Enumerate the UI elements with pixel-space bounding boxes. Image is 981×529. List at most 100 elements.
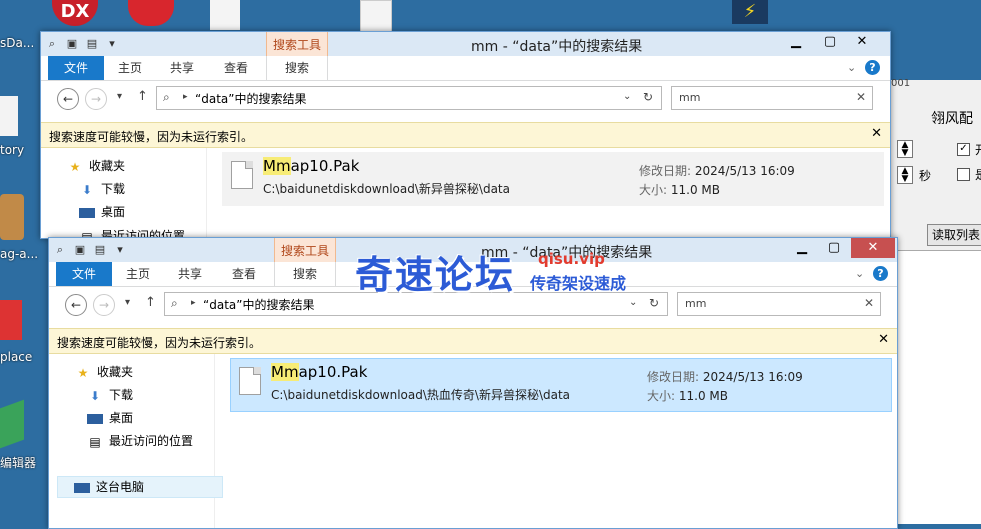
desktop-label[interactable]: tory xyxy=(0,143,24,157)
close-icon[interactable]: ✕ xyxy=(856,90,866,104)
address-bar[interactable]: ⌕ ▸ “data”中的搜索结果 ⌄ ↻ xyxy=(156,86,662,110)
document-icon[interactable] xyxy=(360,0,392,32)
list-area xyxy=(891,250,981,524)
refresh-icon[interactable]: ↻ xyxy=(649,296,659,310)
properties-icon[interactable]: ▣ xyxy=(65,37,79,51)
nav-this-pc[interactable]: 这台电脑 xyxy=(57,476,223,498)
navigation-pane: ★ 收藏夹 ⬇ 下载 桌面 ▤ 最近访问的位置 xyxy=(41,148,207,238)
watermark-sub: 传奇架设速成 xyxy=(530,274,627,293)
up-button[interactable]: ↑ xyxy=(145,295,156,310)
shortcut-icon[interactable] xyxy=(0,300,22,340)
chevron-down-icon[interactable]: ▾ xyxy=(105,37,119,51)
chevron-right-icon: ▸ xyxy=(183,92,188,102)
search-icon: ⌕ xyxy=(171,296,178,310)
quick-access-toolbar: ⌕ ▣ ▤ ▾ xyxy=(53,242,127,258)
app-icon-lightning[interactable]: ⚡ xyxy=(732,0,768,24)
magnifier-icon[interactable]: ⌕ xyxy=(45,37,59,51)
chevron-down-icon[interactable]: ⌄ xyxy=(629,297,637,308)
properties-icon[interactable]: ▣ xyxy=(73,243,87,257)
tab-search[interactable]: 搜索 xyxy=(266,56,328,80)
chevron-down-icon[interactable]: ▾ xyxy=(113,243,127,257)
desktop-label[interactable]: ag-a... xyxy=(0,247,38,261)
info-bar[interactable]: 搜索速度可能较慢，因为未运行索引。 ✕ xyxy=(41,122,890,148)
magnifier-icon[interactable]: ⌕ xyxy=(53,243,67,257)
file-modified: 修改日期: 2024/5/13 16:09 xyxy=(647,370,803,384)
close-icon[interactable]: ✕ xyxy=(878,332,889,347)
folder-icon[interactable]: ▤ xyxy=(85,37,99,51)
minimize-button[interactable]: ▁ xyxy=(779,32,813,52)
close-icon[interactable]: ✕ xyxy=(871,126,882,141)
address-text: “data”中的搜索结果 xyxy=(203,298,315,312)
search-input[interactable]: mm ✕ xyxy=(671,86,873,110)
spinner[interactable]: ▲ ▼ xyxy=(897,140,913,158)
back-button[interactable]: ← xyxy=(65,294,87,316)
context-tab-search-tools[interactable]: 搜索工具 xyxy=(266,32,328,56)
nav-desktop[interactable]: 桌面 xyxy=(87,408,133,428)
context-tab-search-tools[interactable]: 搜索工具 xyxy=(274,238,336,262)
read-list-button[interactable]: 读取列表 xyxy=(927,224,981,246)
app-icon-dx[interactable]: DX xyxy=(52,0,98,26)
folder-icon[interactable]: ▤ xyxy=(93,243,107,257)
result-row[interactable]: Mmap10.Pak C:\baidunetdiskdownload\新异兽探秘… xyxy=(222,152,884,206)
nav-recent[interactable]: ▤ 最近访问的位置 xyxy=(79,224,185,238)
explorer-window-back[interactable]: ⌕ ▣ ▤ ▾ 搜索工具 mm - “data”中的搜索结果 ▁ ▢ ✕ 文件 … xyxy=(40,31,891,239)
tab-view[interactable]: 查看 xyxy=(221,262,267,286)
forward-button[interactable]: → xyxy=(93,294,115,316)
nav-favorites[interactable]: ★ 收藏夹 xyxy=(75,362,133,382)
tab-home[interactable]: 主页 xyxy=(115,262,161,286)
up-button[interactable]: ↑ xyxy=(137,89,148,104)
refresh-icon[interactable]: ↻ xyxy=(643,90,653,104)
recent-locations-icon[interactable]: ▾ xyxy=(117,91,122,102)
tab-share[interactable]: 共享 xyxy=(159,56,205,80)
file-size: 大小: 11.0 MB xyxy=(647,389,728,403)
nav-desktop[interactable]: 桌面 xyxy=(79,202,125,222)
watermark-main: 奇速论坛 xyxy=(355,253,516,297)
download-folder-icon: ⬇ xyxy=(89,388,101,403)
close-button[interactable]: ✕ xyxy=(845,32,879,52)
chevron-down-icon[interactable]: ⌄ xyxy=(847,61,856,74)
maximize-button[interactable]: ▢ xyxy=(817,238,851,258)
chevron-down-icon[interactable]: ⌄ xyxy=(855,267,864,280)
help-icon[interactable]: ? xyxy=(873,266,888,281)
document-icon[interactable] xyxy=(210,0,240,30)
back-button[interactable]: ← xyxy=(57,88,79,110)
package-icon[interactable] xyxy=(0,194,24,240)
spinner[interactable]: ▲ ▼ xyxy=(897,166,913,184)
info-bar[interactable]: 搜索速度可能较慢，因为未运行索引。 ✕ xyxy=(49,328,897,354)
app-icon-red-gear[interactable] xyxy=(128,0,174,26)
tab-file[interactable]: 文件 xyxy=(48,56,104,80)
title-bar[interactable]: ⌕ ▣ ▤ ▾ 搜索工具 mm - “data”中的搜索结果 ▁ ▢ ✕ xyxy=(41,32,890,56)
desktop-label[interactable]: sDa... xyxy=(0,36,34,50)
address-text: “data”中的搜索结果 xyxy=(195,92,307,106)
tab-view[interactable]: 查看 xyxy=(213,56,259,80)
search-input[interactable]: mm ✕ xyxy=(677,292,881,316)
maximize-button[interactable]: ▢ xyxy=(813,32,847,52)
desktop-label[interactable]: 编辑器 xyxy=(0,454,36,471)
navigation-pane: ★ 收藏夹 ⬇ 下载 桌面 ▤ 最近访问的位置 这台电脑 xyxy=(49,354,223,528)
checkbox-checked[interactable]: ✓ xyxy=(957,143,970,156)
recent-places-icon: ▤ xyxy=(89,434,101,449)
forward-button[interactable]: → xyxy=(85,88,107,110)
close-icon[interactable]: ✕ xyxy=(864,296,874,310)
result-row[interactable]: Mmap10.Pak C:\baidunetdiskdownload\热血传奇\… xyxy=(230,358,892,412)
tab-search[interactable]: 搜索 xyxy=(274,262,336,286)
nav-downloads[interactable]: ⬇ 下载 xyxy=(79,179,125,199)
file-icon xyxy=(239,367,261,395)
nav-recent[interactable]: ▤ 最近访问的位置 xyxy=(87,431,193,451)
watermark-url: qisu.vip xyxy=(538,250,605,268)
nav-favorites[interactable]: ★ 收藏夹 xyxy=(67,156,125,176)
checkbox[interactable] xyxy=(957,168,970,181)
tab-home[interactable]: 主页 xyxy=(107,56,153,80)
tab-share[interactable]: 共享 xyxy=(167,262,213,286)
recent-locations-icon[interactable]: ▾ xyxy=(125,297,130,308)
minimize-button[interactable]: ▁ xyxy=(785,238,819,258)
nav-downloads[interactable]: ⬇ 下载 xyxy=(87,385,133,405)
close-button[interactable]: ✕ xyxy=(851,238,895,258)
document-icon[interactable] xyxy=(0,96,18,136)
chevron-down-icon[interactable]: ⌄ xyxy=(623,91,631,102)
editor-icon[interactable] xyxy=(0,399,24,449)
info-text: 搜索速度可能较慢，因为未运行索引。 xyxy=(57,336,262,350)
help-icon[interactable]: ? xyxy=(865,60,880,75)
desktop-label[interactable]: place xyxy=(0,350,32,364)
tab-file[interactable]: 文件 xyxy=(56,262,112,286)
